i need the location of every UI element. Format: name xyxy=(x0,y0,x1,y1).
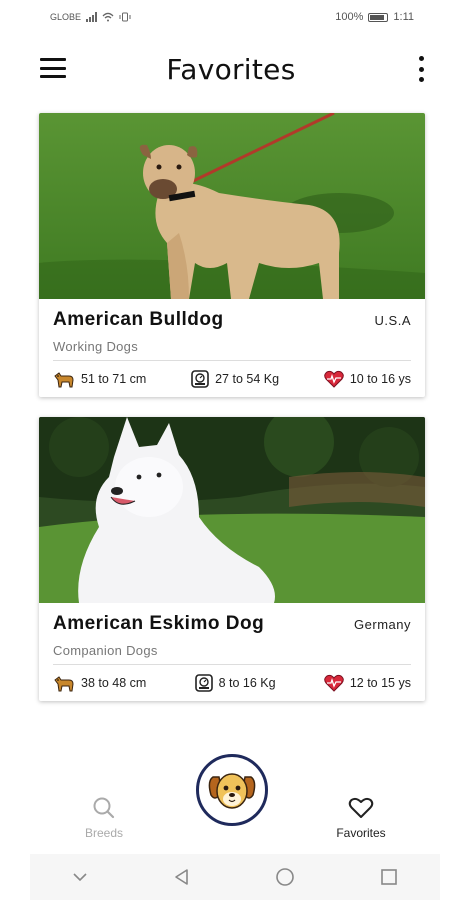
signal-icon xyxy=(86,12,98,22)
lifespan-value: 10 to 16 ys xyxy=(349,372,411,386)
weight-stat: 8 to 16 Kg xyxy=(194,674,276,692)
nav-breeds[interactable]: Breeds xyxy=(74,796,134,840)
recents-icon[interactable] xyxy=(380,868,398,886)
bottom-nav: Breeds Favorites xyxy=(0,754,462,854)
chevron-down-icon[interactable] xyxy=(72,872,88,882)
heart-icon xyxy=(324,674,344,692)
breed-origin: U.S.A xyxy=(374,313,411,328)
battery-percent: 100% xyxy=(335,11,364,23)
breed-photo xyxy=(39,113,425,299)
status-right: 100% 1:11 xyxy=(335,11,414,23)
home-icon[interactable] xyxy=(275,867,295,887)
breed-stats: 38 to 48 cm 8 to 16 Kg 12 to 15 ys xyxy=(53,665,411,701)
menu-icon[interactable] xyxy=(40,56,66,80)
breed-name: American Bulldog xyxy=(53,309,224,330)
nav-favorites-label: Favorites xyxy=(336,826,386,840)
status-left: GLOBE xyxy=(50,12,131,22)
weight-value: 8 to 16 Kg xyxy=(218,676,276,690)
breed-group: Companion Dogs xyxy=(53,643,411,665)
weight-value: 27 to 54 Kg xyxy=(215,372,280,386)
breed-origin: Germany xyxy=(354,617,411,632)
carrier-label: GLOBE xyxy=(50,12,82,22)
breed-group: Working Dogs xyxy=(53,339,411,361)
search-icon xyxy=(93,797,115,819)
page-title: Favorites xyxy=(166,52,296,86)
dog-face-button[interactable] xyxy=(196,754,268,826)
scale-icon xyxy=(191,370,209,388)
breed-stats: 51 to 71 cm 27 to 54 Kg 10 to 16 ys xyxy=(53,361,411,397)
weight-stat: 27 to 54 Kg xyxy=(191,370,279,388)
system-nav-bar xyxy=(30,854,440,900)
dog-face-icon xyxy=(208,773,256,809)
wifi-icon xyxy=(102,12,114,22)
height-value: 51 to 71 cm xyxy=(81,372,147,386)
heart-icon xyxy=(324,370,344,388)
dog-height-icon xyxy=(54,676,74,692)
app-bar: Favorites xyxy=(0,42,462,96)
lifespan-stat: 12 to 15 ys xyxy=(324,674,411,692)
nav-favorites[interactable]: Favorites xyxy=(326,796,396,840)
lifespan-value: 12 to 15 ys xyxy=(349,676,411,690)
lifespan-stat: 10 to 16 ys xyxy=(324,370,411,388)
heart-outline-icon xyxy=(348,797,374,818)
height-stat: 51 to 71 cm xyxy=(53,370,146,388)
nav-breeds-label: Breeds xyxy=(84,826,124,840)
vibrate-icon xyxy=(119,12,131,22)
dog-height-icon xyxy=(54,372,74,388)
more-vert-icon[interactable] xyxy=(416,54,426,84)
breed-photo xyxy=(39,417,425,603)
breed-card[interactable]: American Bulldog U.S.A Working Dogs 51 t… xyxy=(39,113,425,397)
back-icon[interactable] xyxy=(173,868,191,886)
scale-icon xyxy=(194,674,213,692)
battery-icon xyxy=(368,12,389,22)
status-bar: GLOBE 100% 1:11 xyxy=(0,0,462,34)
height-stat: 38 to 48 cm xyxy=(53,674,146,692)
clock: 1:11 xyxy=(393,11,414,23)
height-value: 38 to 48 cm xyxy=(81,676,147,690)
breed-card[interactable]: American Eskimo Dog Germany Companion Do… xyxy=(39,417,425,701)
breed-name: American Eskimo Dog xyxy=(53,613,265,634)
